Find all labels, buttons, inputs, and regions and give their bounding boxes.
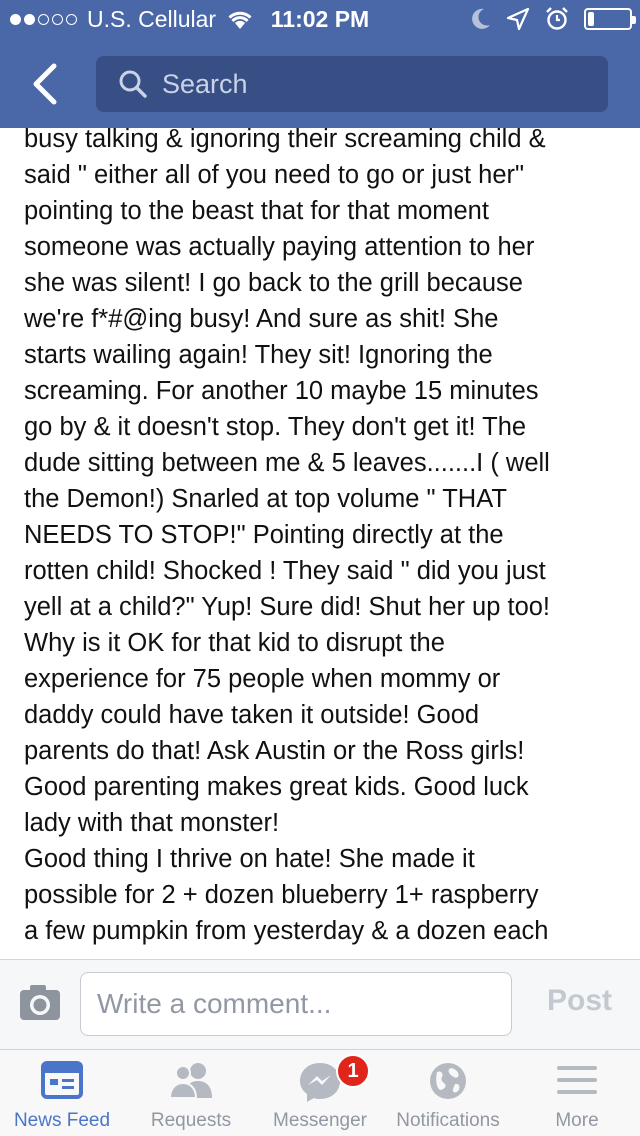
navigation-bar: Search: [0, 40, 640, 128]
status-bar: U.S. Cellular 11:02 PM: [0, 0, 640, 40]
back-chevron-icon[interactable]: [26, 62, 66, 106]
post-button[interactable]: Post: [547, 984, 612, 1018]
friends-icon: [168, 1063, 212, 1099]
search-icon: [119, 70, 147, 98]
alarm-clock-icon: [546, 7, 568, 30]
post-paragraph: busy talking & ignoring their screaming …: [24, 125, 551, 837]
post-body: busy talking & ignoring their screaming …: [24, 121, 624, 959]
comment-bar: Write a comment... Post: [0, 959, 640, 1049]
tab-requests[interactable]: Requests: [128, 1050, 254, 1136]
tab-label: Notifications: [396, 1110, 500, 1131]
notification-badge: 1: [336, 1054, 370, 1088]
tab-label: More: [555, 1110, 599, 1131]
tab-bar: News Feed Requests 1 Messenger Notificat…: [0, 1049, 640, 1136]
tab-messenger[interactable]: 1 Messenger: [258, 1050, 382, 1136]
post-paragraph: Good thing I thrive on hate! She made it…: [24, 845, 549, 945]
globe-icon: [430, 1063, 466, 1099]
location-arrow-icon: [506, 7, 530, 31]
top-bar: U.S. Cellular 11:02 PM Search: [0, 0, 640, 128]
battery-icon: [584, 8, 636, 30]
do-not-disturb-moon-icon: [472, 8, 490, 29]
tab-notifications[interactable]: Notifications: [386, 1050, 510, 1136]
tab-label: Requests: [150, 1110, 232, 1131]
hamburger-icon: [557, 1066, 597, 1094]
camera-icon[interactable]: [18, 982, 62, 1022]
search-placeholder: Search: [162, 68, 248, 99]
tab-label: Messenger: [273, 1110, 367, 1131]
search-bar[interactable]: Search: [96, 56, 608, 112]
comment-input[interactable]: Write a comment...: [80, 972, 512, 1036]
tab-label: News Feed: [13, 1110, 111, 1131]
tab-more[interactable]: More: [514, 1050, 640, 1136]
news-feed-icon: [41, 1061, 83, 1099]
tab-news-feed[interactable]: News Feed: [0, 1050, 124, 1136]
